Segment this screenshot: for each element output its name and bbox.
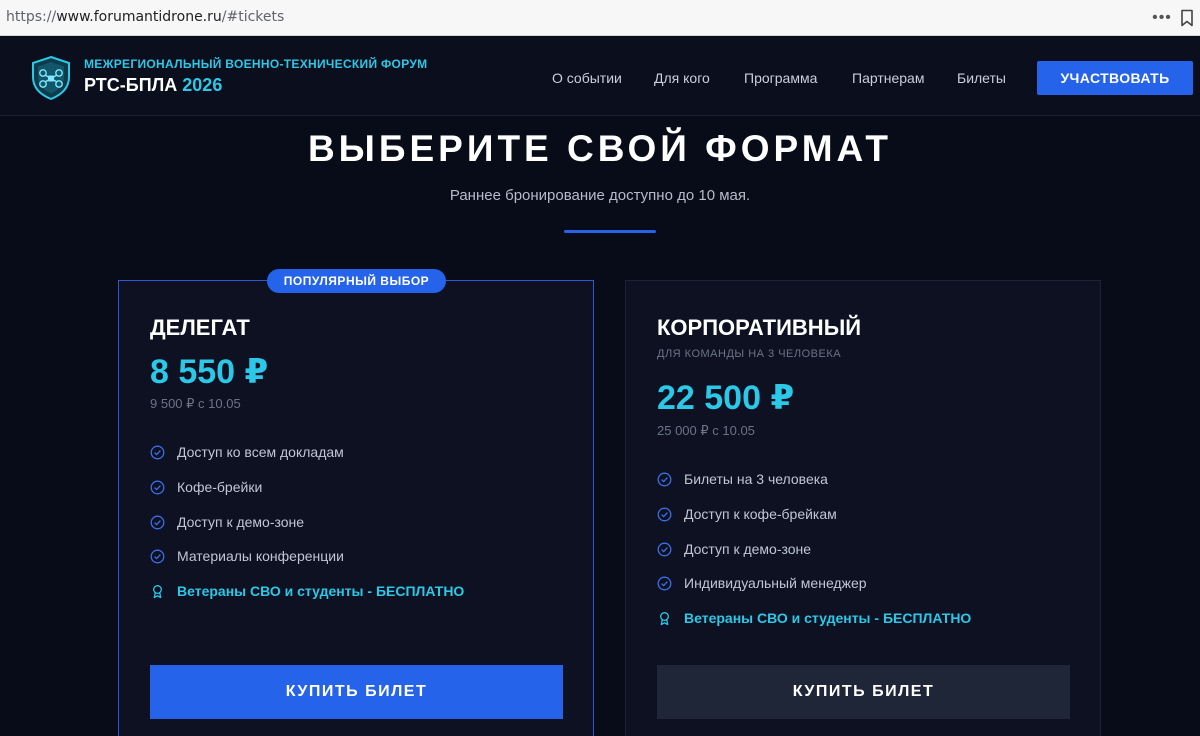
check-circle-icon xyxy=(150,549,165,564)
feature-text: Доступ ко всем докладам xyxy=(177,444,344,460)
plan-name: ДЕЛЕГАТ xyxy=(150,315,250,340)
nav-link-partners[interactable]: Партнерам xyxy=(852,70,924,86)
check-circle-icon xyxy=(657,576,672,591)
plan-note: ДЛЯ КОМАНДЫ НА 3 ЧЕЛОВЕКА xyxy=(657,348,842,360)
section-subtitle: Раннее бронирование доступно до 10 мая. xyxy=(449,187,751,204)
feature-text: Индивидуальный менеджер xyxy=(684,575,867,591)
check-circle-icon xyxy=(657,507,672,522)
ticket-card-corporate: КОРПОРАТИВНЫЙ ДЛЯ КОМАНДЫ НА 3 ЧЕЛОВЕКА … xyxy=(625,280,1101,736)
more-icon[interactable]: ••• xyxy=(1152,8,1172,28)
feature-text: Материалы конференции xyxy=(177,548,344,564)
plan-name: КОРПОРАТИВНЫЙ xyxy=(657,315,862,340)
check-circle-icon xyxy=(150,480,165,495)
plan-price: 22 500 ₽ xyxy=(657,379,795,417)
check-circle-icon xyxy=(657,472,672,487)
plan-price: 8 550 ₽ xyxy=(150,353,269,391)
feature-text: Билеты на 3 человека xyxy=(684,471,828,487)
award-icon xyxy=(153,585,162,599)
check-circle-icon xyxy=(150,445,165,460)
url-field[interactable]: https://www.forumantidrone.ru/#tickets xyxy=(6,9,284,25)
nav-link-audience[interactable]: Для кого xyxy=(654,70,710,86)
forum-title-year: 2026 xyxy=(182,75,223,95)
bookmark-icon[interactable] xyxy=(1180,9,1194,27)
forum-subtitle: МЕЖРЕГИОНАЛЬНЫЙ ВОЕННО-ТЕХНИЧЕСКИЙ ФОРУМ xyxy=(84,57,428,71)
site-header: МЕЖРЕГИОНАЛЬНЫЙ ВОЕННО-ТЕХНИЧЕСКИЙ ФОРУМ… xyxy=(0,37,1200,116)
nav-link-program[interactable]: Программа xyxy=(744,70,817,86)
feature-text: Доступ к демо-зоне xyxy=(177,514,305,530)
forum-title-name: РТС-БПЛА xyxy=(84,75,178,95)
ticket-card-delegate: ДЕЛЕГАТ 8 550 ₽ 9 500 ₽ с 10.05 Доступ к… xyxy=(118,280,594,736)
feature-text: Ветераны СВО и студенты - БЕСПЛАТНО xyxy=(177,583,465,599)
check-circle-icon xyxy=(150,515,165,530)
buy-ticket-button-delegate[interactable]: КУПИТЬ БИЛЕТ xyxy=(150,665,563,719)
url-scheme: https:// xyxy=(6,9,57,25)
shield-drone-logo-icon[interactable] xyxy=(29,55,73,101)
plan-old-price: 9 500 ₽ с 10.05 xyxy=(150,396,241,411)
url-host: www.forumantidrone.ru xyxy=(56,9,222,25)
plan-old-price: 25 000 ₽ с 10.05 xyxy=(657,423,755,438)
feature-text: Доступ к кофе-брейкам xyxy=(684,506,837,522)
feature-text: Ветераны СВО и студенты - БЕСПЛАТНО xyxy=(684,610,972,626)
feature-text: Кофе-брейки xyxy=(177,479,263,495)
forum-title[interactable]: РТС-БПЛА 2026 xyxy=(84,75,222,96)
award-icon xyxy=(660,612,669,626)
buy-ticket-button-corporate[interactable]: КУПИТЬ БИЛЕТ xyxy=(657,665,1070,719)
feature-text: Доступ к демо-зоне xyxy=(684,541,812,557)
section-title: ВЫБЕРИТЕ СВОЙ ФОРМАТ xyxy=(307,128,893,169)
check-circle-icon xyxy=(657,542,672,557)
nav-link-tickets[interactable]: Билеты xyxy=(957,70,1006,86)
url-path: /#tickets xyxy=(221,9,285,25)
nav-link-about[interactable]: О событии xyxy=(552,70,622,86)
popular-badge: ПОПУЛЯРНЫЙ ВЫБОР xyxy=(267,269,446,293)
section-divider xyxy=(564,230,656,233)
browser-address-bar: https://www.forumantidrone.ru/#tickets •… xyxy=(0,0,1200,36)
participate-button[interactable]: УЧАСТВОВАТЬ xyxy=(1037,61,1193,95)
